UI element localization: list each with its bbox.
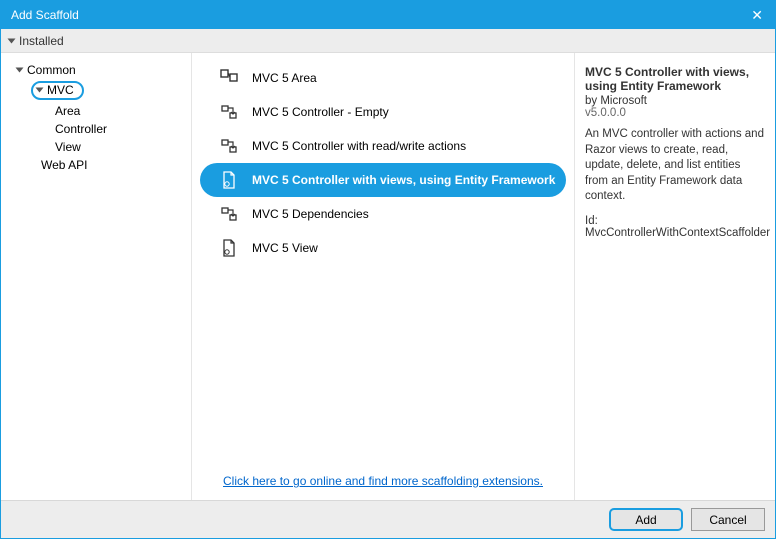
tree-label: Web API	[41, 158, 87, 172]
template-list-panel: MVC 5 Area MVC 5 Controller - Empty MVC 5 …	[191, 53, 575, 500]
template-label: MVC 5 Controller with read/write actions	[252, 139, 466, 153]
title-bar: Add Scaffold ✕	[1, 1, 775, 29]
controller-icon	[220, 205, 238, 223]
tree-label: Controller	[55, 122, 107, 136]
cancel-button[interactable]: Cancel	[691, 508, 765, 531]
tree-label: MVC	[47, 83, 74, 97]
details-version: v5.0.0.0	[585, 107, 765, 119]
page-icon	[220, 171, 238, 189]
template-item[interactable]: MVC 5 Controller with read/write actions	[192, 129, 574, 163]
chevron-down-icon	[16, 68, 24, 73]
online-link-row: Click here to go online and find more sc…	[192, 464, 574, 500]
template-label: MVC 5 Area	[252, 71, 317, 85]
template-item[interactable]: MVC 5 Controller with views, using Entit…	[200, 163, 566, 197]
tree-item-mvc[interactable]: MVC	[13, 79, 191, 102]
tree-label: Area	[55, 104, 80, 118]
template-list: MVC 5 Area MVC 5 Controller - Empty MVC 5 …	[192, 53, 574, 464]
close-icon[interactable]: ✕	[747, 7, 767, 24]
template-label: MVC 5 Controller with views, using Entit…	[252, 173, 555, 187]
tree-label: Common	[27, 63, 76, 77]
details-panel: MVC 5 Controller with views, using Entit…	[575, 53, 775, 500]
template-item[interactable]: MVC 5 Area	[192, 61, 574, 95]
controller-icon	[220, 103, 238, 121]
template-label: MVC 5 View	[252, 241, 318, 255]
details-author: by Microsoft	[585, 95, 765, 107]
template-item[interactable]: MVC 5 Controller - Empty	[192, 95, 574, 129]
add-button[interactable]: Add	[609, 508, 683, 531]
template-item[interactable]: MVC 5 View	[192, 231, 574, 265]
tree-item-view[interactable]: View	[13, 138, 191, 156]
mvc-highlight: MVC	[31, 81, 84, 100]
controller-icon	[220, 137, 238, 155]
details-id: Id: MvcControllerWithContextScaffolder	[585, 215, 765, 239]
tree-item-area[interactable]: Area	[13, 102, 191, 120]
online-extensions-link[interactable]: Click here to go online and find more sc…	[223, 474, 543, 488]
tree-item-webapi[interactable]: Web API	[13, 156, 191, 174]
details-title: MVC 5 Controller with views, using Entit…	[585, 65, 765, 93]
window-title: Add Scaffold	[11, 8, 79, 22]
template-label: MVC 5 Controller - Empty	[252, 105, 389, 119]
tree-item-common[interactable]: Common	[13, 61, 191, 79]
tree-item-controller[interactable]: Controller	[13, 120, 191, 138]
template-item[interactable]: MVC 5 Dependencies	[192, 197, 574, 231]
content-area: Common MVC Area Controller View Web API …	[1, 53, 775, 500]
area-icon	[220, 69, 238, 87]
tree-label: View	[55, 140, 81, 154]
chevron-down-icon	[36, 88, 44, 93]
details-description: An MVC controller with actions and Razor…	[585, 127, 765, 205]
chevron-down-icon	[8, 38, 16, 43]
template-label: MVC 5 Dependencies	[252, 207, 369, 221]
installed-label: Installed	[19, 34, 64, 48]
installed-tab[interactable]: Installed	[1, 29, 775, 53]
page-icon	[220, 239, 238, 257]
sidebar: Common MVC Area Controller View Web API	[1, 53, 191, 500]
footer: Add Cancel	[1, 500, 775, 538]
